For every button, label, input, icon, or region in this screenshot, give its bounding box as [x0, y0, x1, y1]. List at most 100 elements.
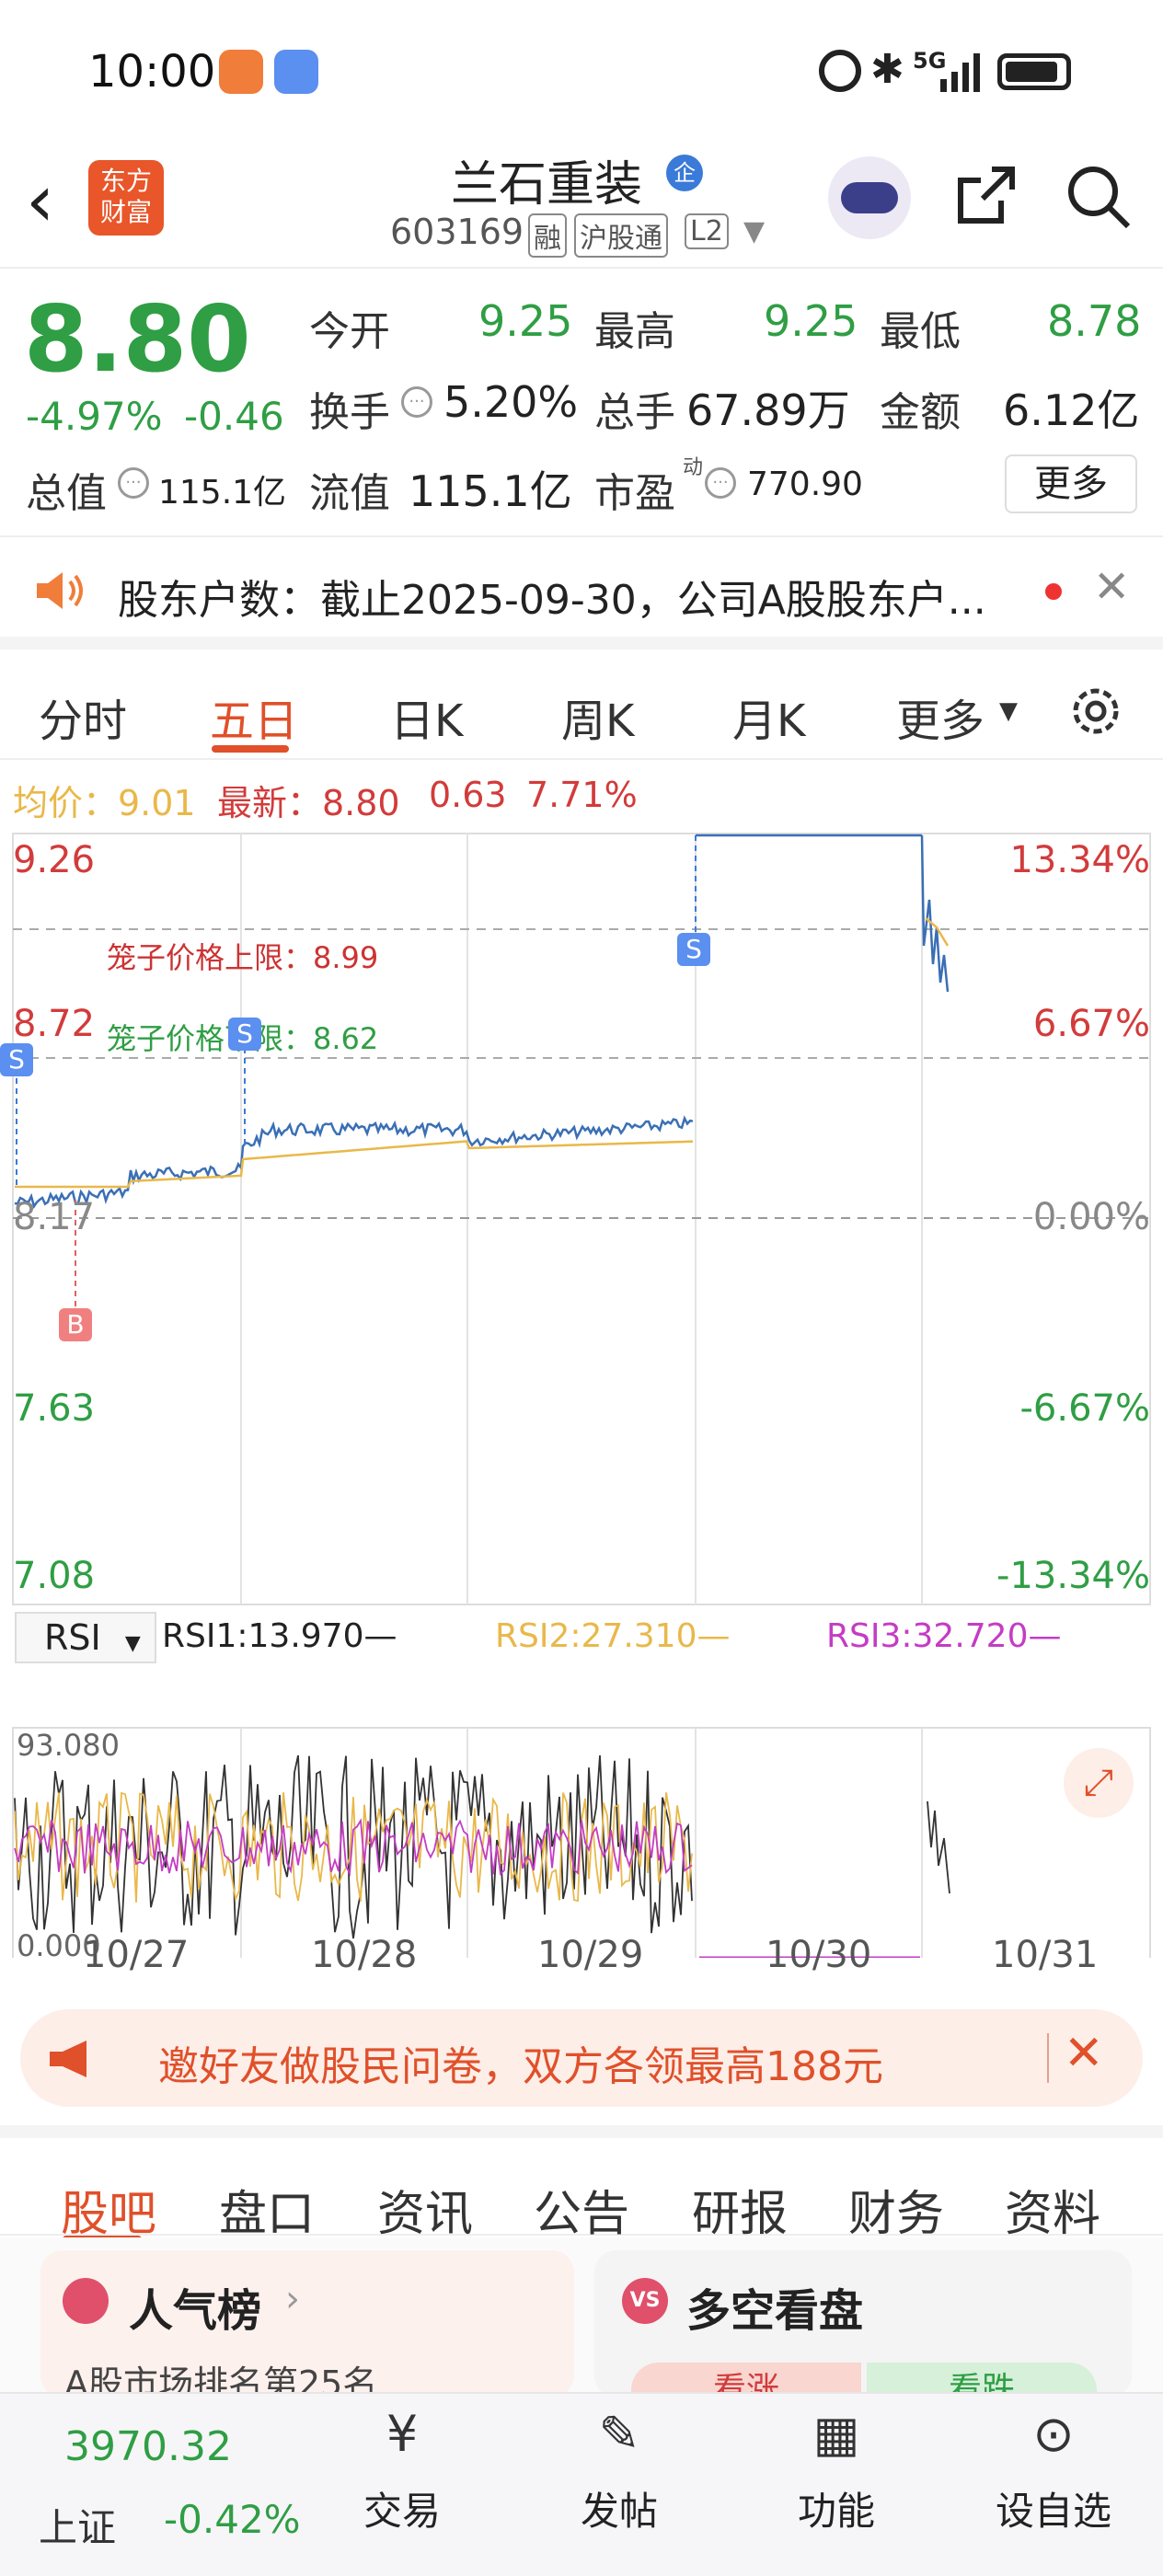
rsi1-label: RSI1:13.970— — [162, 1617, 397, 1655]
assistant-avatar[interactable] — [828, 156, 911, 239]
y-right-tick-1: 13.34% — [1009, 839, 1150, 881]
status-time: 10:00 — [88, 46, 216, 98]
share-icon[interactable] — [951, 160, 1021, 230]
rsi1-line-day5 — [927, 1800, 950, 1894]
date-label: 10/28 — [311, 1934, 418, 1976]
signal-icon — [938, 52, 985, 92]
bluetooth-icon: ✱ — [870, 46, 904, 93]
popularity-card[interactable]: 人气榜 › A股市场排名第25名 — [40, 2250, 574, 2404]
notice-text[interactable]: 股东户数：截止2025-09-30，公司A股股东户... — [118, 567, 1029, 626]
alarm-icon — [819, 50, 861, 92]
y-right-tick-4: -6.67% — [1019, 1387, 1150, 1430]
info-icon[interactable]: ··· — [401, 386, 432, 418]
caret-down-icon: ▼ — [124, 1632, 141, 1655]
megaphone-icon — [46, 2037, 101, 2081]
card-title: 人气榜 — [129, 2285, 262, 2337]
banner-text[interactable]: 邀好友做股民问卷，双方各领最高188元 — [158, 2033, 883, 2092]
avg-line — [15, 1140, 694, 1189]
index-value[interactable]: 3970.32 — [64, 2423, 232, 2470]
tab-daily-k[interactable]: 日K — [390, 684, 463, 749]
search-icon[interactable] — [1064, 162, 1134, 232]
tab-five-day[interactable]: 五日 — [210, 684, 298, 749]
stock-name: 兰石重装 — [451, 157, 643, 213]
tab-intraday[interactable]: 分时 — [39, 684, 127, 749]
y-left-tick-3: 8.17 — [13, 1196, 96, 1238]
logo-line-1: 东方 — [99, 166, 152, 196]
notice-bar[interactable]: 股东户数：截止2025-09-30，公司A股股东户... ✕ — [0, 539, 1163, 650]
amount-label: 金额 — [880, 389, 961, 436]
y-left-tick-2: 8.72 — [13, 1003, 96, 1045]
y-right-tick-3: 0.00% — [1032, 1196, 1150, 1238]
margin-tag: 融 — [528, 213, 567, 258]
message-app-icon — [274, 50, 318, 94]
five-day-chart[interactable]: 均价：9.01 最新：8.80 0.63 7.71% 9.26 8.72 8.1… — [0, 762, 1163, 1976]
tab-financials[interactable]: 财务 — [848, 2175, 944, 2244]
tab-monthly-k[interactable]: 月K — [732, 684, 805, 749]
tab-announcements[interactable]: 公告 — [534, 2175, 629, 2244]
high-label: 最高 — [594, 308, 675, 355]
dropdown-icon[interactable]: ▼ — [743, 215, 765, 247]
promo-banner[interactable]: 邀好友做股民问卷，双方各领最高188元 ✕ — [20, 2009, 1143, 2107]
settings-gear-icon[interactable] — [1067, 683, 1124, 740]
app-logo[interactable]: 东方 财富 — [88, 160, 164, 236]
close-icon[interactable]: ✕ — [1093, 561, 1130, 613]
chart-period-tabs: 分时 五日 日K 周K 月K 更多 ▼ — [0, 650, 1163, 760]
high-value: 9.25 — [764, 296, 858, 346]
unread-dot — [1045, 583, 1062, 600]
sell-marker[interactable]: S — [0, 1043, 33, 1076]
tab-more[interactable]: 更多 — [896, 684, 985, 749]
nav-functions[interactable]: ▦ 功能 — [767, 2405, 905, 2536]
rsi3-label: RSI3:32.720— — [826, 1617, 1062, 1655]
tab-news[interactable]: 资讯 — [377, 2175, 473, 2244]
tab-weekly-k[interactable]: 周K — [561, 684, 634, 749]
current-price: 8.80 — [24, 285, 251, 393]
turnover-label: 换手 — [309, 389, 390, 436]
buy-marker[interactable]: B — [59, 1308, 92, 1341]
rsi-series — [14, 1754, 950, 1958]
sell-marker[interactable]: S — [228, 1018, 261, 1051]
speaker-icon — [33, 569, 88, 613]
index-change[interactable]: -0.42% — [164, 2497, 301, 2542]
logo-line-2: 财富 — [99, 197, 152, 227]
date-label: 10/31 — [992, 1934, 1099, 1976]
trade-yen-icon: ¥ — [386, 2405, 419, 2463]
price-line — [14, 1115, 694, 1210]
quote-panel: 8.80 -4.97% -0.46 今开 9.25 最高 9.25 最低 8.7… — [0, 270, 1163, 537]
nav-post[interactable]: ✎ 发帖 — [550, 2405, 688, 2536]
more-button[interactable]: 更多 — [1005, 454, 1137, 513]
date-label: 10/27 — [83, 1934, 190, 1976]
market-cap-label: 总值 — [26, 470, 107, 517]
tab-profile[interactable]: 资料 — [1005, 2175, 1100, 2244]
info-icon[interactable]: ··· — [705, 467, 736, 499]
enterprise-badge: 企 — [666, 155, 703, 191]
sell-marker[interactable]: S — [677, 933, 710, 966]
price-line-day5 — [920, 834, 950, 993]
y-left-tick-4: 7.63 — [13, 1387, 96, 1430]
pe-value: 770.90 — [747, 466, 863, 503]
versus-icon: VS — [622, 2278, 668, 2324]
stock-header: ‹ 东方 财富 兰石重装 企 603169 融 沪股通 L2 ▼ — [0, 138, 1163, 269]
close-icon[interactable]: ✕ — [1064, 2026, 1104, 2081]
info-icon[interactable]: ··· — [118, 467, 149, 499]
more-dots-icon: ⊙ — [1032, 2405, 1075, 2463]
index-name[interactable]: 上证 — [39, 2497, 116, 2553]
back-icon[interactable]: ‹ — [26, 160, 54, 243]
amount-value: 6.12亿 — [1003, 385, 1140, 435]
pe-label: 市盈 — [594, 470, 675, 517]
float-cap-value: 115.1亿 — [409, 466, 572, 516]
nav-functions-label: 功能 — [797, 2489, 875, 2534]
expand-icon[interactable]: ⤢ — [1064, 1748, 1134, 1818]
connect-tag: 沪股通 — [574, 213, 668, 258]
tab-forum[interactable]: 股吧 — [61, 2175, 156, 2244]
tab-order-book[interactable]: 盘口 — [219, 2175, 315, 2244]
indicator-select[interactable]: RSI ▼ — [15, 1612, 156, 1663]
nav-trade[interactable]: ¥ 交易 — [333, 2405, 471, 2536]
notification-app-icon — [219, 50, 263, 94]
float-cap-label: 流值 — [309, 470, 390, 517]
tab-research[interactable]: 研报 — [692, 2175, 788, 2244]
bull-bear-card[interactable]: VS 多空看盘 看涨 看跌 — [594, 2250, 1132, 2418]
low-label: 最低 — [880, 308, 961, 355]
indicator-select-label: RSI — [44, 1617, 101, 1658]
divider — [1047, 2033, 1049, 2083]
nav-add-watchlist[interactable]: ⊙ 设自选 — [985, 2405, 1123, 2536]
